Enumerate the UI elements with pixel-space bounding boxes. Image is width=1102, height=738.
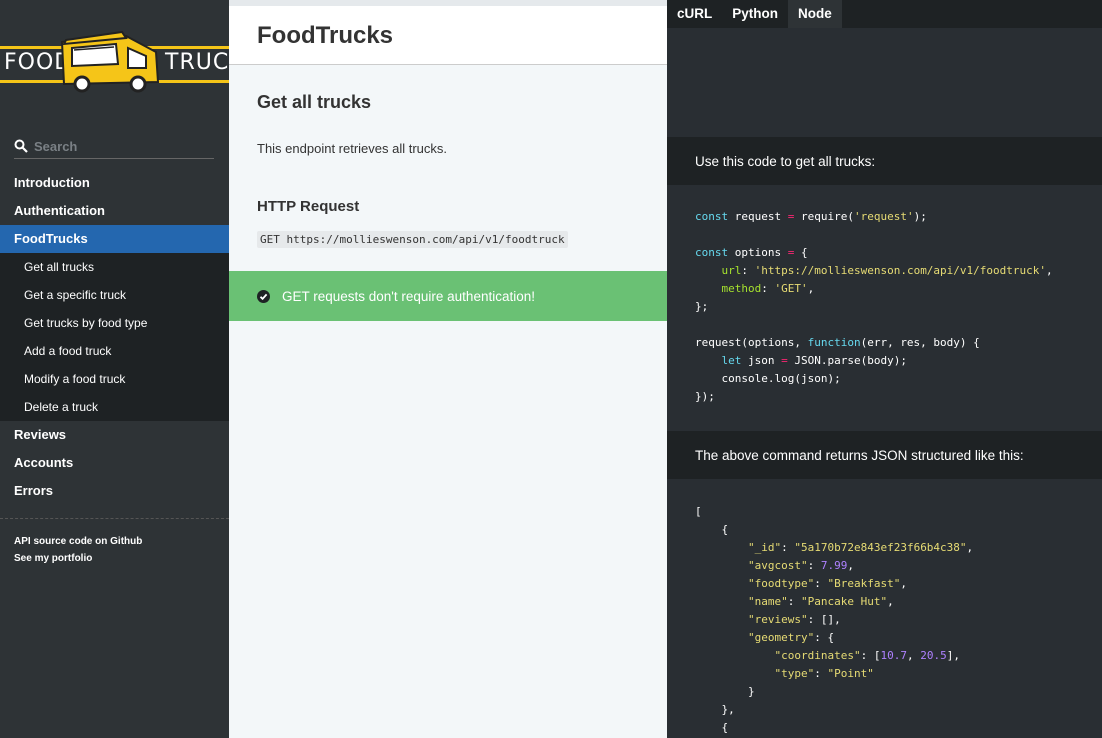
toc-subitem-modify-food-truck[interactable]: Modify a food truck <box>0 365 229 393</box>
section-title: Get all trucks <box>257 92 372 112</box>
portfolio-link[interactable]: See my portfolio <box>14 550 142 567</box>
tab-python[interactable]: Python <box>722 0 788 28</box>
tab-curl[interactable]: cURL <box>667 0 722 28</box>
toc-item-accounts[interactable]: Accounts <box>0 449 229 477</box>
toc-subitem-delete-truck[interactable]: Delete a truck <box>0 393 229 421</box>
page-header: FoodTrucks <box>229 6 667 65</box>
http-request-url: GET https://mollieswenson.com/api/v1/foo… <box>257 231 568 248</box>
toc-divider <box>0 518 229 519</box>
toc-subitem-add-food-truck[interactable]: Add a food truck <box>0 337 229 365</box>
food-truck-logo[interactable]: FOOD TRUCK <box>0 28 244 94</box>
search-input[interactable] <box>34 138 204 154</box>
toc-item-reviews[interactable]: Reviews <box>0 421 229 449</box>
sidebar: FOOD TRUCK Introduction Authentication F <box>0 0 244 738</box>
table-of-contents: Introduction Authentication FoodTrucks G… <box>0 169 229 505</box>
notice-banner: GET requests don't require authenticatio… <box>229 271 667 321</box>
search-box[interactable] <box>14 134 214 159</box>
food-truck-icon <box>60 30 160 93</box>
check-circle-icon <box>257 289 270 303</box>
toc-item-introduction[interactable]: Introduction <box>0 169 229 197</box>
toc-subitem-get-trucks-by-food-type[interactable]: Get trucks by food type <box>0 309 229 337</box>
language-tabs: cURL Python Node <box>667 0 1102 28</box>
http-request-heading: HTTP Request <box>257 198 360 215</box>
tab-node[interactable]: Node <box>788 0 842 28</box>
code-panel: cURL Python Node Use this code to get al… <box>667 0 1102 738</box>
request-code-block: const request = require('request'); cons… <box>695 210 1053 403</box>
toc-subitem-get-all-trucks[interactable]: Get all trucks <box>0 253 229 281</box>
toc-footer: API source code on Github See my portfol… <box>14 533 142 567</box>
toc-item-foodtrucks[interactable]: FoodTrucks <box>0 225 229 253</box>
toc-item-errors[interactable]: Errors <box>0 477 229 505</box>
response-code-heading-text: The above command returns JSON structure… <box>695 447 1024 463</box>
github-source-link[interactable]: API source code on Github <box>14 533 142 550</box>
toc-subitem-get-specific-truck[interactable]: Get a specific truck <box>0 281 229 309</box>
toc-submenu-foodtrucks: Get all trucks Get a specific truck Get … <box>0 253 229 421</box>
main-content: FoodTrucks Get all trucks This endpoint … <box>229 0 667 738</box>
toc-item-authentication[interactable]: Authentication <box>0 197 229 225</box>
notice-text: GET requests don't require authenticatio… <box>282 288 535 304</box>
response-code-block: [ { "_id": "5a170b72e843ef23f66b4c38", "… <box>695 505 974 734</box>
search-icon <box>14 139 28 153</box>
request-code-heading: Use this code to get all trucks: <box>667 137 1102 185</box>
page-title: FoodTrucks <box>257 22 394 49</box>
request-code-heading-text: Use this code to get all trucks: <box>695 153 876 169</box>
response-code-heading: The above command returns JSON structure… <box>667 431 1102 479</box>
endpoint-description: This endpoint retrieves all trucks. <box>257 141 448 156</box>
